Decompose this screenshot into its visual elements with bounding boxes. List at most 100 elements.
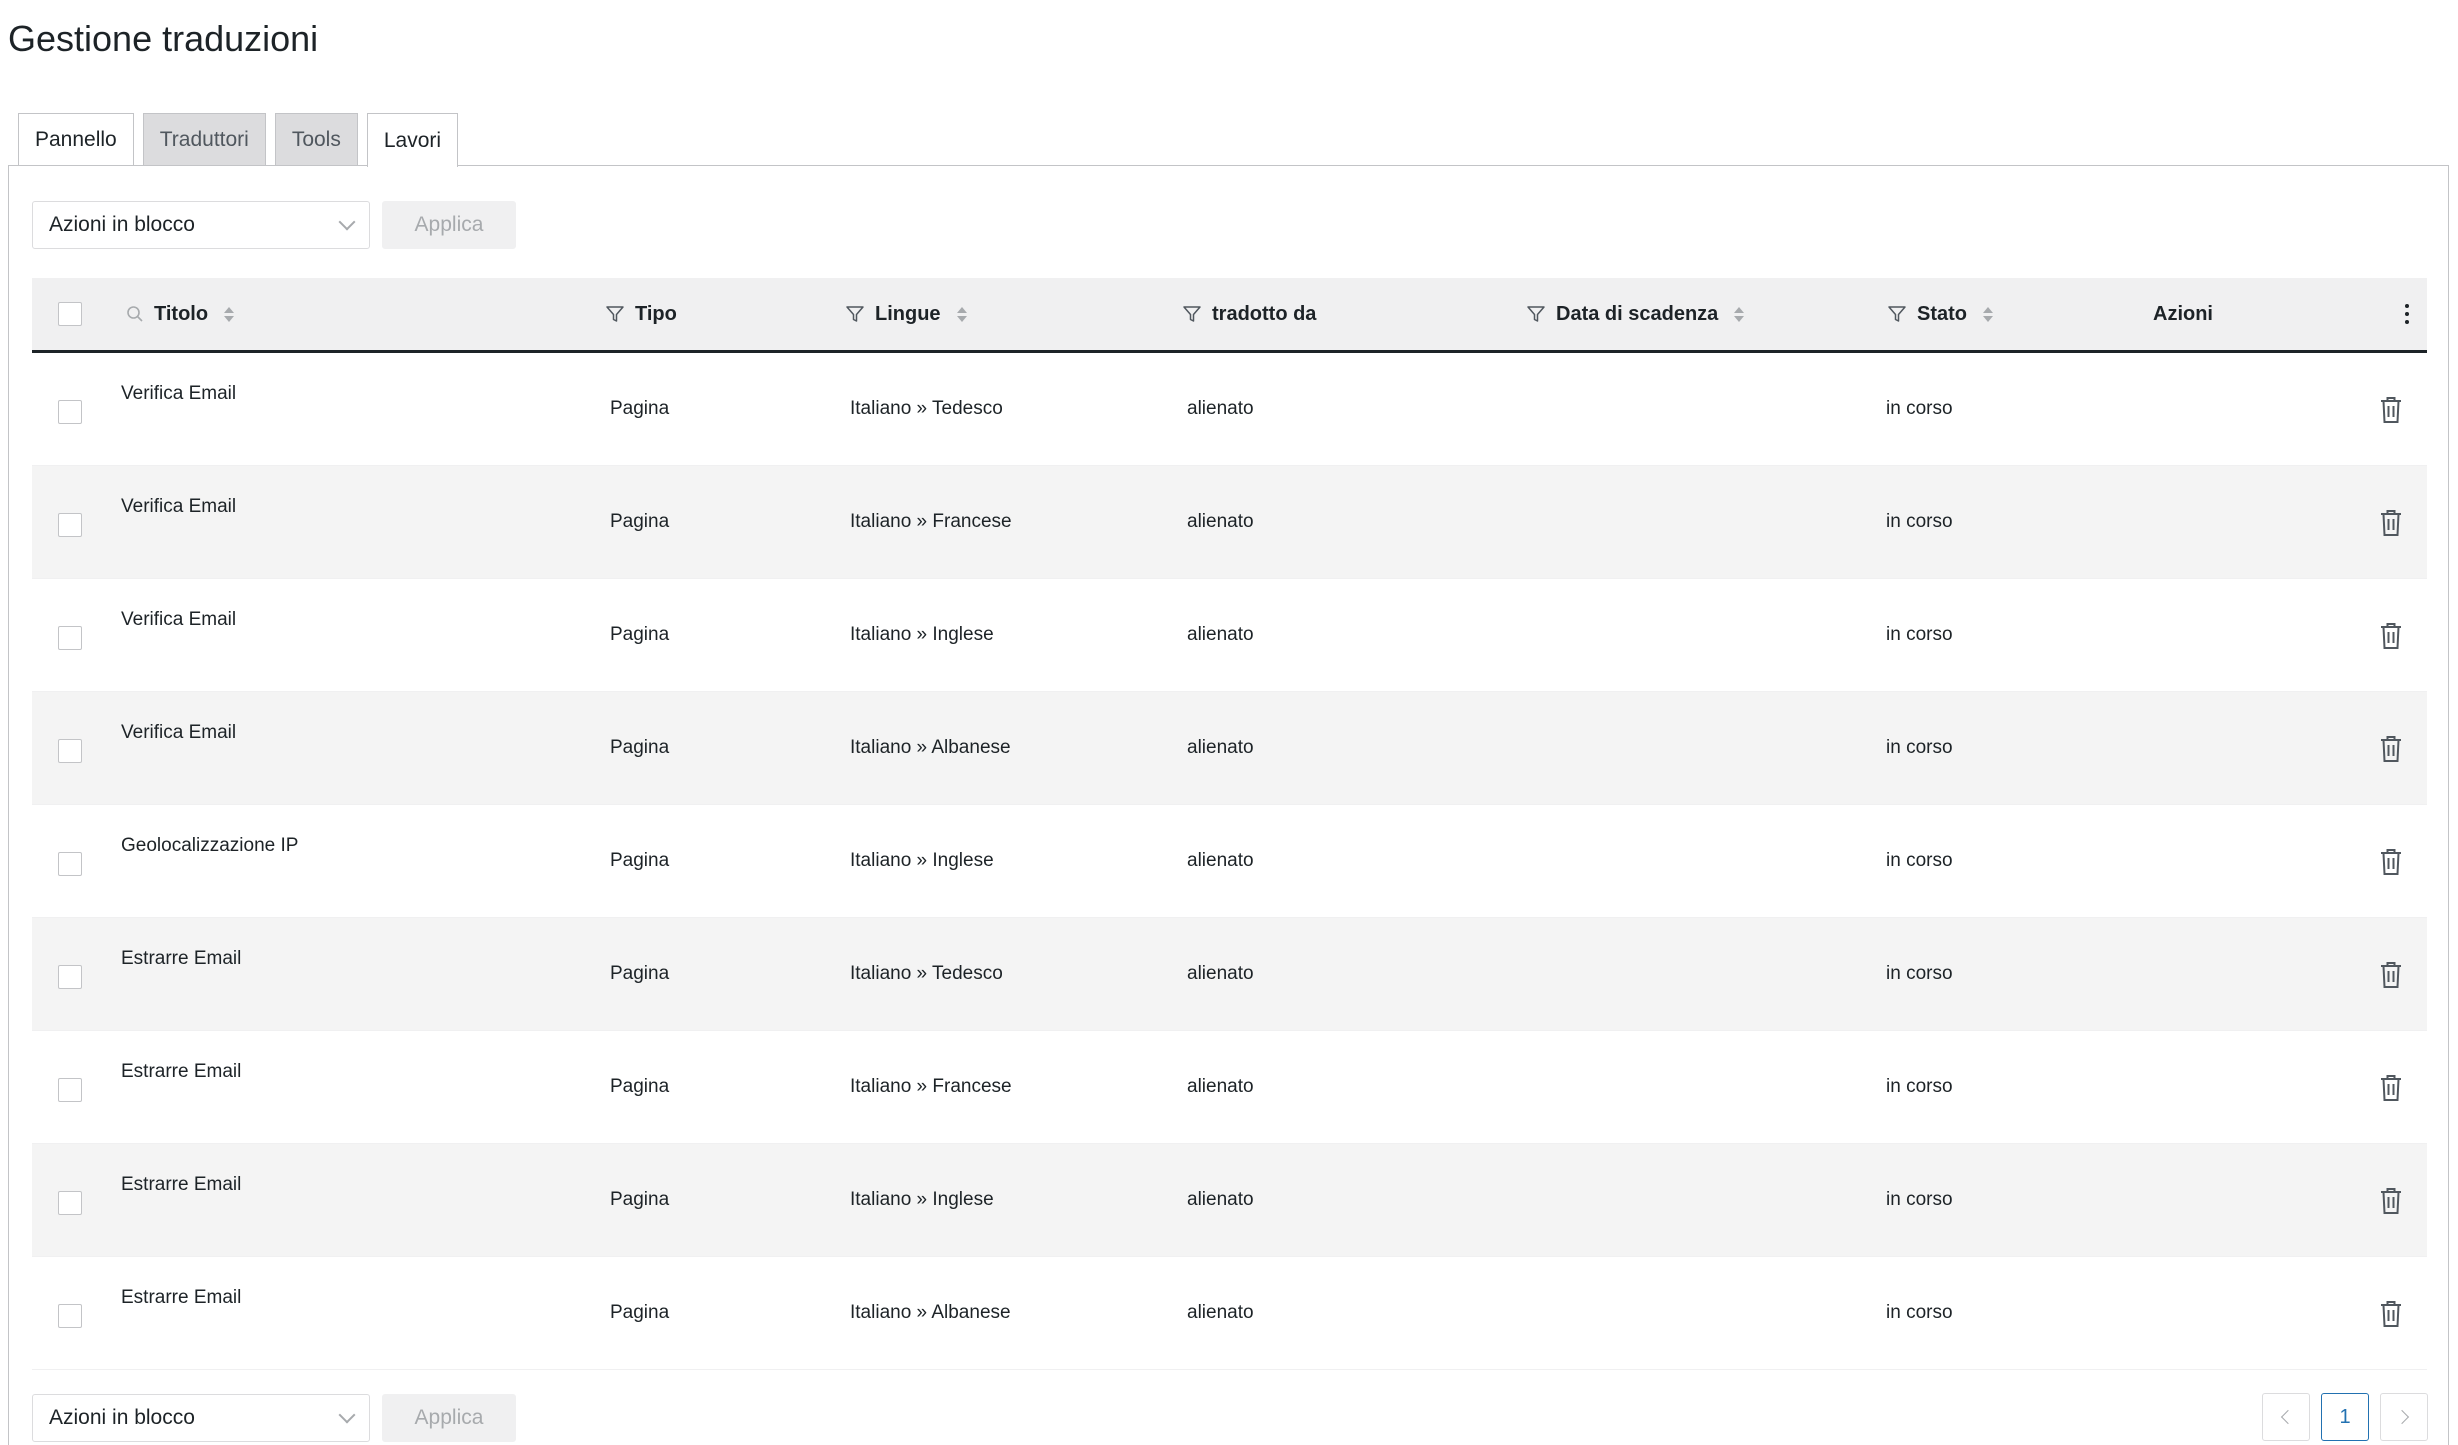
table-row: Geolocalizzazione IP Pagina Italiano » Ing… <box>32 805 2427 918</box>
select-all-checkbox[interactable] <box>58 302 82 326</box>
row-checkbox[interactable] <box>58 1304 82 1328</box>
row-checkbox[interactable] <box>58 965 82 989</box>
row-languages: Italiano » Inglese <box>850 850 994 871</box>
tab-bar: Pannello Traduttori Tools Lavori <box>18 113 459 167</box>
bulk-actions-select[interactable]: Azioni in blocco <box>32 201 370 249</box>
row-title[interactable]: Verifica Email <box>121 609 236 631</box>
kebab-menu-icon[interactable] <box>2405 304 2409 324</box>
filter-icon[interactable] <box>1182 304 1202 324</box>
row-type: Pagina <box>610 737 670 758</box>
trash-icon[interactable] <box>2379 735 2403 768</box>
tab-pannello[interactable]: Pannello <box>18 113 134 166</box>
row-title[interactable]: Verifica Email <box>121 383 236 405</box>
column-due-date[interactable]: Data di scadenza <box>1526 278 1745 350</box>
row-title[interactable]: Estrarre Email <box>121 1287 241 1309</box>
sort-icon[interactable] <box>1734 306 1745 322</box>
row-translated-by: alienato <box>1187 737 1254 758</box>
tab-lavori[interactable]: Lavori <box>366 113 459 167</box>
column-type: Tipo <box>605 278 677 350</box>
table-row: Estrarre Email Pagina Italiano » Inglese al… <box>32 1144 2427 1257</box>
column-languages-label: Lingue <box>875 302 941 325</box>
bulk-actions-select-label: Azioni in blocco <box>49 213 195 236</box>
row-status: in corso <box>1886 398 1953 419</box>
row-type: Pagina <box>610 850 670 871</box>
jobs-panel: Azioni in blocco Applica Titolo Tipo Lin… <box>8 165 2449 1445</box>
row-status: in corso <box>1886 1076 1953 1097</box>
jobs-table: Titolo Tipo Lingue tradotto da Data di s… <box>32 278 2427 1370</box>
row-checkbox[interactable] <box>58 626 82 650</box>
row-title[interactable]: Estrarre Email <box>121 1174 241 1196</box>
row-languages: Italiano » Tedesco <box>850 398 1003 419</box>
row-languages: Italiano » Albanese <box>850 1302 1011 1323</box>
filter-icon[interactable] <box>605 304 625 324</box>
row-translated-by: alienato <box>1187 963 1254 984</box>
row-languages: Italiano » Inglese <box>850 624 994 645</box>
filter-icon[interactable] <box>845 304 865 324</box>
row-title[interactable]: Geolocalizzazione IP <box>121 835 298 857</box>
table-row: Verifica Email Pagina Italiano » Inglese al… <box>32 579 2427 692</box>
apply-button[interactable]: Applica <box>382 201 516 249</box>
tab-traduttori[interactable]: Traduttori <box>142 113 266 166</box>
column-title-label: Titolo <box>154 302 209 325</box>
row-status: in corso <box>1886 1189 1953 1210</box>
column-type-label: Tipo <box>635 302 677 325</box>
row-checkbox[interactable] <box>58 400 82 424</box>
column-title[interactable]: Titolo <box>126 278 235 350</box>
previous-page-button[interactable] <box>2262 1393 2310 1441</box>
sort-icon[interactable] <box>956 306 967 322</box>
trash-icon[interactable] <box>2379 1300 2403 1333</box>
trash-icon[interactable] <box>2379 848 2403 881</box>
row-checkbox[interactable] <box>58 1191 82 1215</box>
filter-icon[interactable] <box>1887 304 1907 324</box>
filter-icon[interactable] <box>1526 304 1546 324</box>
table-row: Estrarre Email Pagina Italiano » Francese a… <box>32 1031 2427 1144</box>
row-translated-by: alienato <box>1187 511 1254 532</box>
row-translated-by: alienato <box>1187 624 1254 645</box>
tab-tools[interactable]: Tools <box>274 113 358 166</box>
row-title[interactable]: Verifica Email <box>121 496 236 518</box>
row-type: Pagina <box>610 963 670 984</box>
row-type: Pagina <box>610 1302 670 1323</box>
bulk-actions-select[interactable]: Azioni in blocco <box>32 1394 370 1442</box>
row-status: in corso <box>1886 624 1953 645</box>
column-status[interactable]: Stato <box>1887 278 1993 350</box>
row-checkbox[interactable] <box>58 1078 82 1102</box>
table-row: Verifica Email Pagina Italiano » Francese a… <box>32 466 2427 579</box>
trash-icon[interactable] <box>2379 961 2403 994</box>
row-status: in corso <box>1886 737 1953 758</box>
row-title[interactable]: Estrarre Email <box>121 1061 241 1083</box>
trash-icon[interactable] <box>2379 622 2403 655</box>
bulk-actions-bottom: Azioni in blocco Applica <box>32 1394 516 1442</box>
row-checkbox[interactable] <box>58 739 82 763</box>
chevron-right-icon <box>2394 1409 2410 1425</box>
trash-icon[interactable] <box>2379 1074 2403 1107</box>
row-checkbox[interactable] <box>58 513 82 537</box>
column-due-date-label: Data di scadenza <box>1556 302 1719 325</box>
trash-icon[interactable] <box>2379 1187 2403 1220</box>
apply-button[interactable]: Applica <box>382 1394 516 1442</box>
bulk-actions-select-label: Azioni in blocco <box>49 1406 195 1429</box>
trash-icon[interactable] <box>2379 509 2403 542</box>
pagination: 1 <box>2262 1393 2428 1441</box>
trash-icon[interactable] <box>2379 396 2403 429</box>
table-row: Verifica Email Pagina Italiano » Albanese a… <box>32 692 2427 805</box>
row-status: in corso <box>1886 1302 1953 1323</box>
next-page-button[interactable] <box>2380 1393 2428 1441</box>
row-translated-by: alienato <box>1187 850 1254 871</box>
sort-icon[interactable] <box>224 306 235 322</box>
page-button-current[interactable]: 1 <box>2321 1393 2369 1441</box>
row-type: Pagina <box>610 1189 670 1210</box>
table-body: Verifica Email Pagina Italiano » Tedesco al… <box>32 353 2427 1370</box>
column-actions: Azioni <box>2153 278 2213 350</box>
row-title[interactable]: Verifica Email <box>121 722 236 744</box>
row-type: Pagina <box>610 624 670 645</box>
column-translated-by: tradotto da <box>1182 278 1316 350</box>
row-languages: Italiano » Albanese <box>850 737 1011 758</box>
row-checkbox[interactable] <box>58 852 82 876</box>
column-languages[interactable]: Lingue <box>845 278 967 350</box>
sort-icon[interactable] <box>1983 306 1993 322</box>
chevron-left-icon <box>2280 1409 2296 1425</box>
row-title[interactable]: Estrarre Email <box>121 948 241 970</box>
table-row: Verifica Email Pagina Italiano » Tedesco al… <box>32 353 2427 466</box>
search-icon[interactable] <box>126 305 144 323</box>
